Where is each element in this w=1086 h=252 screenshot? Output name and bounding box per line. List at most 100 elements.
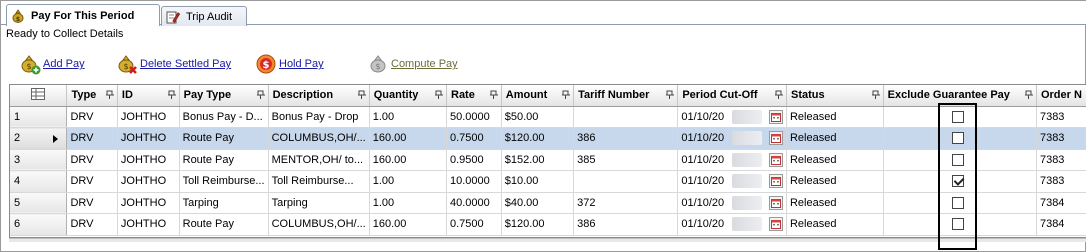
calendar-icon[interactable] [768, 174, 783, 189]
cell-order-number[interactable]: 7383 [1036, 149, 1086, 171]
tab-trip-audit[interactable]: Trip Audit [161, 6, 247, 26]
cell-period-cut-off[interactable]: 01/10/20 [677, 213, 787, 236]
pin-icon[interactable] [871, 90, 880, 99]
cell-type[interactable]: DRV [66, 192, 118, 214]
exclude-guarantee-pay-checkbox[interactable] [951, 110, 964, 123]
cell-id[interactable]: JOHTHO [117, 149, 180, 171]
cell-id[interactable]: JOHTHO [117, 170, 180, 193]
cell-quantity[interactable]: 160.00 [369, 127, 448, 150]
row-selector[interactable]: 2 [10, 127, 68, 150]
cell-order-number[interactable]: 7383 [1036, 127, 1086, 150]
cell-rate[interactable]: 40.0000 [446, 192, 502, 214]
cell-id[interactable]: JOHTHO [117, 106, 180, 128]
calendar-icon[interactable] [768, 217, 783, 232]
exclude-guarantee-pay-checkbox[interactable] [951, 218, 964, 231]
calendar-icon[interactable] [768, 152, 783, 167]
pin-icon[interactable] [167, 90, 176, 99]
cell-tariff-number[interactable]: 386 [573, 127, 679, 150]
cell-period-cut-off[interactable]: 01/10/20 [677, 170, 787, 193]
cell-quantity[interactable]: 1.00 [369, 192, 448, 214]
column-header-period-cut-off[interactable]: Period Cut-Off [677, 85, 787, 107]
pin-icon[interactable] [435, 90, 443, 99]
cell-amount[interactable]: $120.00 [501, 213, 575, 236]
cell-tariff-number[interactable]: 386 [573, 213, 679, 236]
exclude-guarantee-pay-checkbox[interactable] [951, 153, 964, 166]
cell-tariff-number[interactable] [573, 170, 679, 193]
cell-quantity[interactable]: 1.00 [369, 170, 448, 193]
column-header-tariff-number[interactable]: Tariff Number [573, 85, 679, 107]
cell-tariff-number[interactable] [573, 106, 679, 128]
cell-id[interactable]: JOHTHO [117, 127, 180, 150]
table-row[interactable]: 6 DRV JOHTHO Route Pay COLUMBUS,OH/... 160.00… [10, 213, 1086, 236]
cell-rate[interactable]: 50.0000 [446, 106, 502, 128]
table-row[interactable]: 3 DRV JOHTHO Route Pay MENTOR,OH/ to... 160.0… [10, 149, 1086, 171]
cell-id[interactable]: JOHTHO [117, 213, 180, 236]
cell-description[interactable]: MENTOR,OH/ to... [268, 149, 370, 171]
pin-icon[interactable] [666, 90, 675, 99]
cell-order-number[interactable]: 7383 [1036, 170, 1086, 193]
column-chooser-button[interactable] [10, 85, 68, 107]
cell-quantity[interactable]: 1.00 [369, 106, 448, 128]
cell-type[interactable]: DRV [66, 170, 118, 193]
column-header-id[interactable]: ID [117, 85, 180, 107]
column-header-type[interactable]: Type [66, 85, 118, 107]
pin-icon[interactable] [489, 90, 498, 99]
table-row[interactable]: 2 DRV JOHTHO Route Pay COLUMBUS,OH/... 160.00… [10, 127, 1086, 150]
cell-status[interactable]: Released [786, 170, 884, 193]
cell-status[interactable]: Released [786, 149, 884, 171]
cell-order-number[interactable]: 7384 [1036, 192, 1086, 214]
cell-status[interactable]: Released [786, 127, 884, 150]
cell-status[interactable]: Released [786, 106, 884, 128]
calendar-icon[interactable] [768, 195, 783, 210]
cell-rate[interactable]: 10.0000 [446, 170, 502, 193]
cell-description[interactable]: Tarping [268, 192, 370, 214]
cell-rate[interactable]: 0.7500 [446, 213, 502, 236]
cell-quantity[interactable]: 160.00 [369, 149, 448, 171]
cell-pay-type[interactable]: Bonus Pay - D... [179, 106, 269, 128]
compute-pay-button[interactable]: $ Compute Pay [367, 51, 458, 77]
column-header-status[interactable]: Status [786, 85, 884, 107]
cell-tariff-number[interactable]: 385 [573, 149, 679, 171]
cell-description[interactable]: COLUMBUS,OH/... [268, 213, 370, 236]
column-header-order-number[interactable]: Order N [1036, 85, 1086, 107]
row-selector[interactable]: 3 [10, 149, 68, 171]
cell-amount[interactable]: $40.00 [501, 192, 575, 214]
exclude-guarantee-pay-checkbox[interactable] [951, 132, 964, 145]
cell-amount[interactable]: $50.00 [501, 106, 575, 128]
column-header-rate[interactable]: Rate [446, 85, 502, 107]
cell-description[interactable]: Bonus Pay - Drop [268, 106, 370, 128]
add-pay-button[interactable]: $ Add Pay [19, 51, 85, 77]
cell-pay-type[interactable]: Route Pay [179, 149, 269, 171]
cell-pay-type[interactable]: Route Pay [179, 213, 269, 236]
row-selector[interactable]: 4 [10, 170, 68, 193]
pin-icon[interactable] [562, 90, 571, 99]
cell-status[interactable]: Released [786, 192, 884, 214]
column-header-description[interactable]: Description [268, 85, 370, 107]
cell-type[interactable]: DRV [66, 149, 118, 171]
cell-description[interactable]: COLUMBUS,OH/... [268, 127, 370, 150]
cell-amount[interactable]: $10.00 [501, 170, 575, 193]
cell-type[interactable]: DRV [66, 106, 118, 128]
pin-icon[interactable] [256, 90, 265, 99]
tab-pay-for-this-period[interactable]: $ Pay For This Period [6, 4, 160, 26]
delete-settled-pay-button[interactable]: $ Delete Settled Pay [116, 51, 231, 77]
column-header-quantity[interactable]: Quantity [369, 85, 448, 107]
cell-id[interactable]: JOHTHO [117, 192, 180, 214]
cell-period-cut-off[interactable]: 01/10/20 [677, 149, 787, 171]
calendar-icon[interactable] [768, 109, 783, 124]
row-selector[interactable]: 1 [10, 106, 68, 128]
cell-pay-type[interactable]: Route Pay [179, 127, 269, 150]
row-selector[interactable]: 6 [10, 213, 68, 236]
horizontal-scrollbar[interactable] [9, 238, 1086, 242]
exclude-guarantee-pay-checkbox[interactable] [951, 175, 964, 188]
cell-period-cut-off[interactable]: 01/10/20 [677, 106, 787, 128]
cell-period-cut-off[interactable]: 01/10/20 [677, 127, 787, 150]
cell-order-number[interactable]: 7384 [1036, 213, 1086, 236]
cell-pay-type[interactable]: Toll Reimburse... [179, 170, 269, 193]
row-selector[interactable]: 5 [10, 192, 68, 214]
cell-tariff-number[interactable]: 372 [573, 192, 679, 214]
cell-order-number[interactable]: 7383 [1036, 106, 1086, 128]
cell-quantity[interactable]: 160.00 [369, 213, 448, 236]
pin-icon[interactable] [1024, 90, 1033, 99]
pin-icon[interactable] [774, 90, 783, 99]
